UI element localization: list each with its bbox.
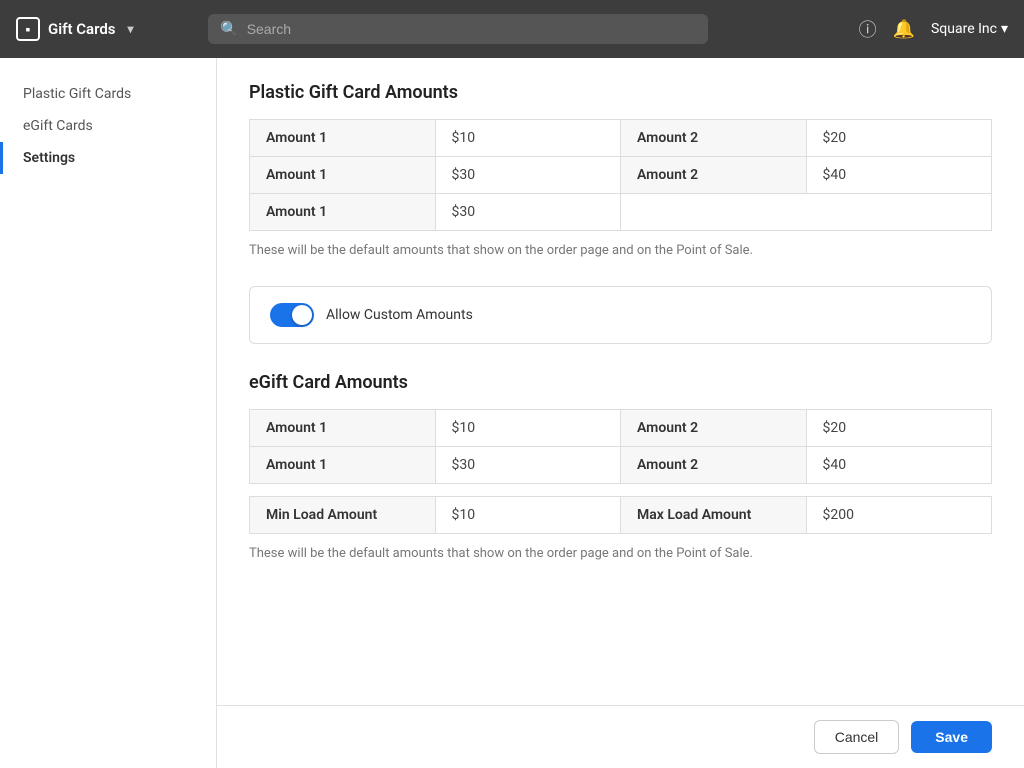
cancel-button[interactable]: Cancel	[814, 720, 900, 754]
brand-dropdown-icon[interactable]: ▾	[128, 22, 134, 36]
plastic-amount2-value-r2: $40	[806, 157, 992, 194]
min-load-label: Min Load Amount	[250, 497, 436, 534]
table-row: Amount 1 $30 Amount 2 $40	[250, 447, 992, 484]
account-dropdown-icon: ▾	[1001, 21, 1008, 37]
load-amounts-table: Min Load Amount $10 Max Load Amount $200	[249, 496, 992, 534]
custom-amounts-toggle-row: Allow Custom Amounts	[249, 286, 992, 344]
min-load-value: $10	[435, 497, 621, 534]
nav-right: ⓘ 🔔 Square Inc ▾	[859, 16, 1008, 42]
egift-amount1-label-r1: Amount 1	[250, 410, 436, 447]
egift-helper-text: These will be the default amounts that s…	[249, 546, 992, 561]
plastic-amount1-label-r3: Amount 1	[250, 194, 436, 231]
table-row: Amount 1 $10 Amount 2 $20	[250, 120, 992, 157]
account-label: Square Inc	[931, 21, 997, 37]
account-menu[interactable]: Square Inc ▾	[931, 21, 1008, 37]
plastic-amount1-value-r2: $30	[435, 157, 621, 194]
brand-label: Gift Cards	[48, 20, 116, 38]
custom-amounts-label: Allow Custom Amounts	[326, 307, 473, 323]
topnav: ▪ Gift Cards ▾ 🔍 ⓘ 🔔 Square Inc ▾	[0, 0, 1024, 58]
main-content: Plastic Gift Card Amounts Amount 1 $10 A…	[217, 58, 1024, 768]
help-icon[interactable]: ⓘ	[859, 16, 877, 42]
max-load-label: Max Load Amount	[621, 497, 807, 534]
nav-brand: ▪ Gift Cards ▾	[16, 17, 196, 41]
save-button[interactable]: Save	[911, 721, 992, 753]
bell-icon[interactable]: 🔔	[893, 19, 915, 40]
egift-amount1-value-r2: $30	[435, 447, 621, 484]
plastic-amount2-label-r2: Amount 2	[621, 157, 807, 194]
table-row: Amount 1 $30 Amount 2 $40	[250, 157, 992, 194]
egift-amount2-label-r1: Amount 2	[621, 410, 807, 447]
plastic-amount1-value-r1: $10	[435, 120, 621, 157]
egift-amount1-value-r1: $10	[435, 410, 621, 447]
search-input[interactable]	[247, 21, 696, 37]
sidebar: Plastic Gift Cards eGift Cards Settings	[0, 58, 217, 768]
sidebar-item-settings[interactable]: Settings	[0, 142, 216, 174]
custom-amounts-toggle[interactable]	[270, 303, 314, 327]
plastic-amount2-value-r1: $20	[806, 120, 992, 157]
egift-section-title: eGift Card Amounts	[249, 372, 992, 393]
table-row: Amount 1 $30	[250, 194, 992, 231]
table-row: Min Load Amount $10 Max Load Amount $200	[250, 497, 992, 534]
plastic-amount2-label-r1: Amount 2	[621, 120, 807, 157]
search-icon: 🔍	[220, 20, 239, 38]
layout: Plastic Gift Cards eGift Cards Settings …	[0, 58, 1024, 768]
plastic-section: Plastic Gift Card Amounts Amount 1 $10 A…	[249, 82, 992, 258]
plastic-helper-text: These will be the default amounts that s…	[249, 243, 992, 258]
egift-amount2-value-r2: $40	[806, 447, 992, 484]
table-row: Amount 1 $10 Amount 2 $20	[250, 410, 992, 447]
search-bar[interactable]: 🔍	[208, 14, 708, 44]
action-bar: Cancel Save	[217, 705, 1024, 768]
plastic-amount1-label-r2: Amount 1	[250, 157, 436, 194]
sidebar-item-egift-cards[interactable]: eGift Cards	[0, 110, 216, 142]
plastic-amount1-value-r3: $30	[435, 194, 621, 231]
egift-amount1-label-r2: Amount 1	[250, 447, 436, 484]
egift-amount2-value-r1: $20	[806, 410, 992, 447]
egift-amount2-label-r2: Amount 2	[621, 447, 807, 484]
toggle-knob	[292, 305, 312, 325]
sidebar-item-plastic-gift-cards[interactable]: Plastic Gift Cards	[0, 78, 216, 110]
brand-icon: ▪	[16, 17, 40, 41]
plastic-section-title: Plastic Gift Card Amounts	[249, 82, 992, 103]
plastic-empty-r3	[621, 194, 992, 231]
plastic-amount1-label-r1: Amount 1	[250, 120, 436, 157]
plastic-amounts-table: Amount 1 $10 Amount 2 $20 Amount 1 $30 A…	[249, 119, 992, 231]
max-load-value: $200	[806, 497, 992, 534]
egift-amounts-table: Amount 1 $10 Amount 2 $20 Amount 1 $30 A…	[249, 409, 992, 484]
egift-section: eGift Card Amounts Amount 1 $10 Amount 2…	[249, 372, 992, 561]
